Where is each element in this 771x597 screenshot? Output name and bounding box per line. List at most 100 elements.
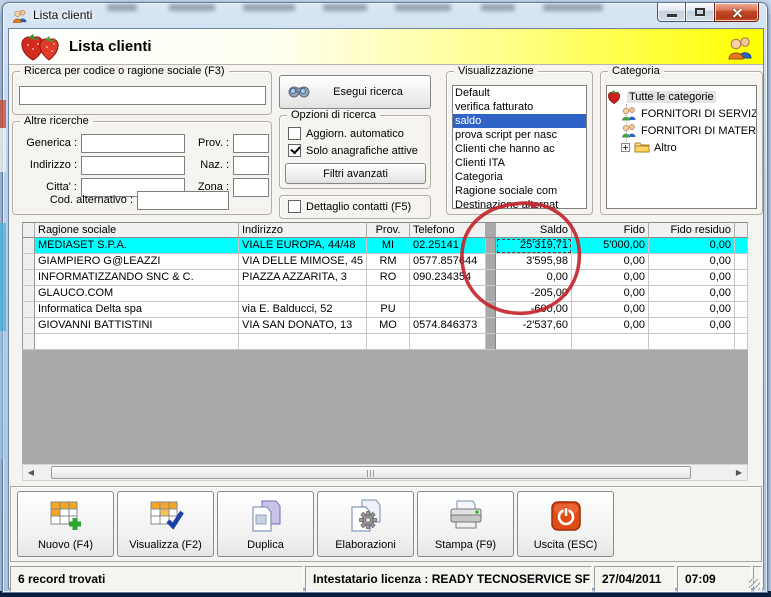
strawberries-icon: [19, 32, 65, 67]
binoculars-icon: [288, 83, 310, 102]
cell-fido_residuo: 0,00: [649, 238, 735, 254]
toolbar-button-nuovo-f4[interactable]: Nuovo (F4): [17, 491, 114, 557]
cell-indirizzo: [239, 286, 367, 302]
checkbox-label: Aggiorn. automatico: [306, 127, 404, 140]
table-row-glauco-com[interactable]: GLAUCO.COM -205,00 0,00 0,00: [22, 286, 748, 302]
horizontal-scrollbar[interactable]: ◀ ▶: [22, 464, 748, 481]
table-row-informatizzando-snc-c[interactable]: INFORMATIZZANDO SNC & C. PIAZZA AZZARITA,…: [22, 270, 748, 286]
table-row-giampiero-g-leazzi[interactable]: GIAMPIERO G@LEAZZI VIA DELLE MIMOSE, 45 RM…: [22, 254, 748, 270]
checkbox-icon: [288, 200, 301, 213]
scroll-left-icon[interactable]: ◀: [23, 465, 39, 480]
toolbar-button-visualizza-f2[interactable]: Visualizza (F2): [117, 491, 214, 557]
background-artifact: [481, 4, 515, 11]
tree-item-label: Tutte le categorie: [627, 90, 716, 103]
cod-alternativo-field[interactable]: [137, 190, 229, 210]
prov-field[interactable]: [233, 133, 269, 153]
esegui-ricerca-button[interactable]: Esegui ricerca: [279, 75, 431, 109]
cell-fido_residuo: 0,00: [649, 286, 735, 302]
tree-item-fornitori-di-servizi[interactable]: FORNITORI DI SERVIZI: [607, 105, 756, 122]
list-item-verifica-fatturato[interactable]: verifica fatturato: [453, 100, 586, 114]
cell-prov: PU: [367, 302, 410, 318]
page-header: Lista clienti: [9, 29, 763, 65]
search-input[interactable]: [19, 86, 266, 105]
cell-blank: [35, 334, 239, 350]
list-item-destinazione-alternat[interactable]: Destinazione alternat: [453, 198, 586, 208]
visualizzazione-group: Visualizzazione Default verifica fatturat…: [446, 65, 593, 215]
filtri-avanzati-button[interactable]: Filtri avanzati: [285, 163, 426, 184]
minimize-button[interactable]: [657, 3, 686, 22]
generica-field[interactable]: [81, 133, 185, 153]
column-header-fido[interactable]: Fido: [572, 222, 649, 238]
cell-prov: RM: [367, 254, 410, 270]
cell-ragione_sociale: Informatica Delta spa: [35, 302, 239, 318]
close-button[interactable]: [714, 3, 759, 22]
cell-ind: [22, 270, 35, 286]
cell-fido_residuo: 0,00: [649, 318, 735, 334]
toolbar-button-elaborazioni[interactable]: Elaborazioni: [317, 491, 414, 557]
column-header-indirizzo[interactable]: Indirizzo: [239, 222, 367, 238]
cell-blank: [239, 334, 367, 350]
prov-label: Prov. :: [198, 137, 229, 149]
visualizzazione-listbox[interactable]: Default verifica fatturato saldo prova scri…: [452, 85, 587, 209]
checkbox-aggiorn-automatico[interactable]: Aggiorn. automatico: [288, 127, 404, 140]
cell-sep: [486, 270, 496, 286]
cell-tail: [735, 286, 748, 302]
checkbox-dettaglio-contatti[interactable]: Dettaglio contatti (F5): [288, 200, 411, 213]
table-row-giovanni-battistini[interactable]: GIOVANNI BATTISTINI VIA SAN DONATO, 13 MO 0…: [22, 318, 748, 334]
strawberry-icon: [607, 89, 623, 104]
table-row-mediaset-s-p-a[interactable]: MEDIASET S.P.A. VIALE EUROPA, 44/48 MI 02.2…: [22, 238, 748, 254]
expand-plus-icon[interactable]: [621, 143, 630, 152]
toolbar-button-label: Visualizza (F2): [129, 539, 202, 551]
categoria-tree[interactable]: Tutte le categorie FORNITORI DI SERVIZI FO…: [606, 85, 757, 209]
column-header-telefono[interactable]: Telefono: [410, 222, 486, 238]
tree-item-fornitori-di-materiale[interactable]: FORNITORI DI MATERIALE: [607, 122, 756, 139]
cell-saldo: 3'595,98: [496, 254, 572, 270]
checkbox-solo-anagrafiche[interactable]: Solo anagrafiche attive: [288, 144, 418, 157]
titlebar[interactable]: Lista clienti: [3, 3, 767, 28]
background-artifact: [395, 4, 451, 11]
column-header-blank: [486, 222, 496, 238]
list-item-clienti-che-hanno-ac[interactable]: Clienti che hanno ac: [453, 142, 586, 156]
background-artifact: [0, 223, 6, 331]
toolbar-button-duplica[interactable]: Duplica: [217, 491, 314, 557]
tree-item-tutte-le-categorie[interactable]: Tutte le categorie: [607, 88, 756, 105]
cell-sep: [486, 302, 496, 318]
cell-blank: [572, 334, 649, 350]
cell-blank: [486, 334, 496, 350]
scroll-right-icon[interactable]: ▶: [731, 465, 747, 480]
column-header-blank: [22, 222, 35, 238]
list-item-categoria[interactable]: Categoria: [453, 170, 586, 184]
list-item-saldo[interactable]: saldo: [453, 114, 586, 128]
cell-ragione_sociale: GIAMPIERO G@LEAZZI: [35, 254, 239, 270]
zona-field[interactable]: [233, 177, 269, 197]
cell-telefono: 090.234354: [410, 270, 486, 286]
naz-field[interactable]: [233, 155, 269, 175]
cell-telefono: 0577.857644: [410, 254, 486, 270]
cell-telefono: 02.25141: [410, 238, 486, 254]
column-header-ragione-sociale[interactable]: Ragione sociale: [35, 222, 239, 238]
window-app-icon: [12, 8, 28, 23]
categoria-group: Categoria Tutte le categorie FORNITORI DI…: [600, 65, 763, 215]
tree-item-altro[interactable]: Altro: [607, 139, 756, 156]
table-empty-area: [22, 350, 748, 464]
list-item-default[interactable]: Default: [453, 86, 586, 100]
cell-saldo: 25'319,71: [496, 238, 572, 254]
list-item-prova-script-per-nasc[interactable]: prova script per nasc: [453, 128, 586, 142]
column-header-saldo[interactable]: Saldo: [496, 222, 572, 238]
table-row-informatica-delta-spa[interactable]: Informatica Delta spa via E. Balducci, 52…: [22, 302, 748, 318]
cell-sep: [486, 254, 496, 270]
table-add-icon: [47, 497, 85, 535]
toolbar-button-stampa-f9[interactable]: Stampa (F9): [417, 491, 514, 557]
checkbox-label: Solo anagrafiche attive: [306, 144, 418, 157]
column-header-fido-residuo[interactable]: Fido residuo: [649, 222, 735, 238]
indirizzo-field[interactable]: [81, 155, 185, 175]
list-item-ragione-sociale-com[interactable]: Ragione sociale com: [453, 184, 586, 198]
column-header-prov[interactable]: Prov.: [367, 222, 410, 238]
list-item-clienti-ita[interactable]: Clienti ITA: [453, 156, 586, 170]
scrollbar-thumb[interactable]: [51, 466, 691, 479]
app-window: Lista clienti Lista clienti Ricerca per …: [2, 2, 768, 593]
resize-grip[interactable]: [749, 566, 762, 592]
tree-item-label: FORNITORI DI SERVIZI: [641, 107, 757, 120]
maximize-button[interactable]: [686, 3, 714, 22]
toolbar-button-uscita-esc[interactable]: Uscita (ESC): [517, 491, 614, 557]
